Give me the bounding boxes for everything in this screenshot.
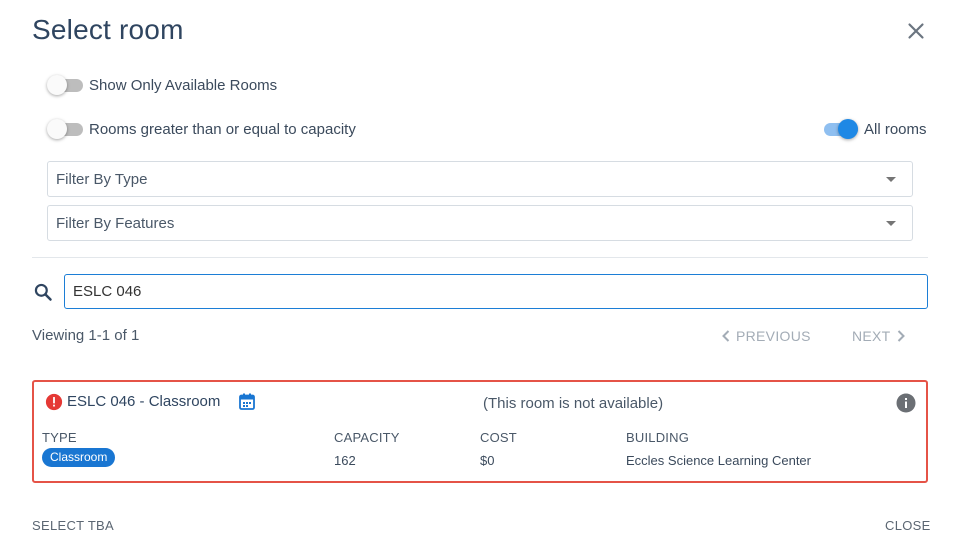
room-card[interactable]: ESLC 046 - Classroom (This room is not a…: [32, 380, 928, 483]
previous-button[interactable]: PREVIOUS: [722, 328, 811, 344]
next-label: NEXT: [852, 328, 891, 344]
capacity-switch[interactable]: [47, 119, 83, 139]
room-capacity: 162: [334, 453, 356, 468]
alert-circle-icon: [45, 393, 63, 411]
chevron-right-icon: [897, 330, 905, 342]
capacity-header: CAPACITY: [334, 430, 400, 445]
available-rooms-toggle-row: Show Only Available Rooms: [47, 75, 277, 95]
search-input[interactable]: [64, 274, 928, 309]
caret-down-icon: [886, 177, 896, 182]
capacity-toggle-row: Rooms greater than or equal to capacity: [47, 119, 356, 139]
switch-knob: [47, 119, 67, 139]
close-icon[interactable]: [903, 18, 929, 44]
search-icon: [34, 283, 52, 301]
divider: [32, 257, 928, 258]
building-header: BUILDING: [626, 430, 690, 445]
calendar-icon[interactable]: [239, 393, 255, 410]
all-rooms-label: All rooms: [864, 120, 927, 138]
available-rooms-label: Show Only Available Rooms: [89, 76, 278, 94]
filter-by-type-placeholder: Filter By Type: [56, 170, 148, 188]
room-building: Eccles Science Learning Center: [626, 453, 811, 468]
availability-status: (This room is not available): [483, 395, 664, 412]
filter-by-features-select[interactable]: Filter By Features: [47, 205, 913, 241]
previous-label: PREVIOUS: [736, 328, 811, 344]
info-icon[interactable]: [896, 393, 916, 413]
all-rooms-switch[interactable]: [822, 119, 858, 139]
caret-down-icon: [886, 221, 896, 226]
type-header: TYPE: [42, 430, 77, 445]
next-button[interactable]: NEXT: [852, 328, 905, 344]
switch-knob: [838, 119, 858, 139]
all-rooms-toggle-row: All rooms: [822, 119, 927, 139]
capacity-label: Rooms greater than or equal to capacity: [89, 120, 356, 138]
cost-header: COST: [480, 430, 517, 445]
chevron-left-icon: [722, 330, 730, 342]
available-rooms-switch[interactable]: [47, 75, 83, 95]
filter-by-features-placeholder: Filter By Features: [56, 214, 175, 232]
viewing-count: Viewing 1-1 of 1: [32, 327, 140, 344]
filter-by-type-select[interactable]: Filter By Type: [47, 161, 913, 197]
dialog-title: Select room: [32, 14, 184, 45]
room-cost: $0: [480, 453, 495, 468]
switch-knob: [47, 75, 67, 95]
room-title: ESLC 046 - Classroom: [67, 393, 221, 410]
room-type-chip: Classroom: [42, 448, 116, 467]
select-tba-button[interactable]: SELECT TBA: [32, 518, 114, 533]
close-button[interactable]: CLOSE: [885, 518, 931, 533]
